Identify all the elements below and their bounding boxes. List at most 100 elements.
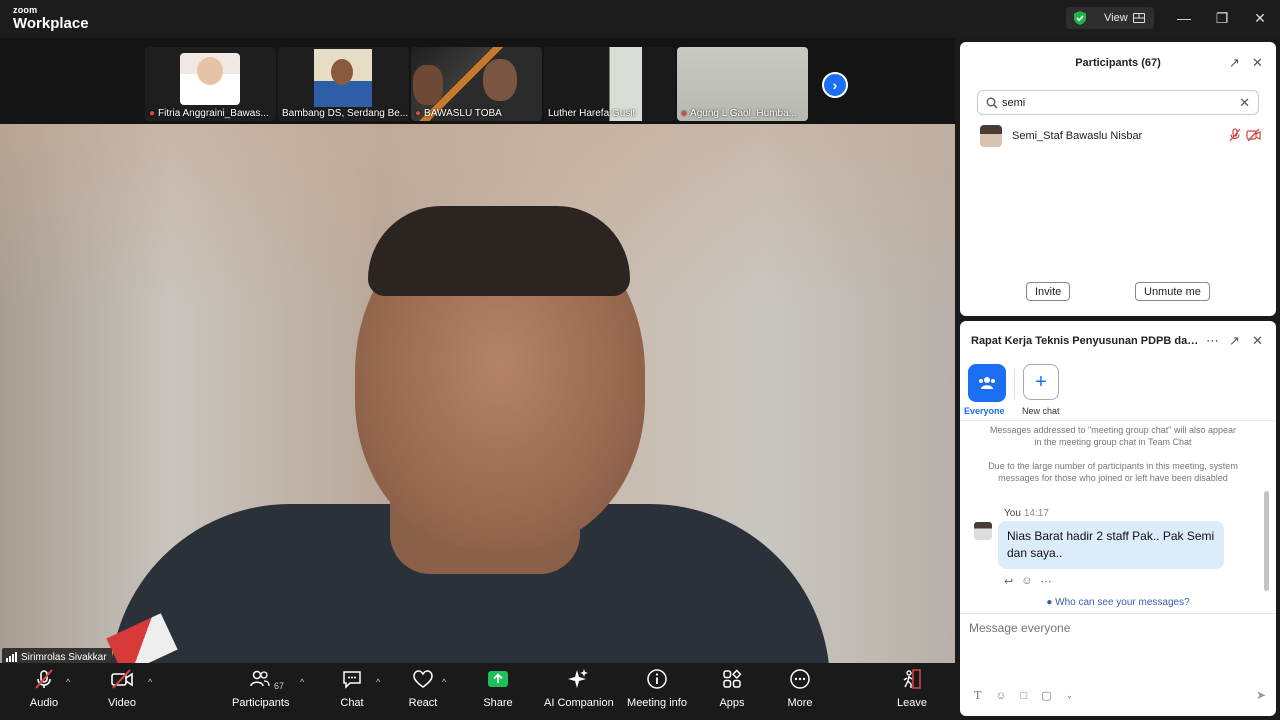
participant-name: Agung L Gaol_Humba... — [690, 108, 797, 119]
participant-name: Fitria Anggraini_Bawas... — [158, 108, 269, 119]
meeting-info-label: Meeting info — [627, 697, 687, 709]
send-icon[interactable]: ➤ — [1256, 688, 1266, 702]
text-format-icon[interactable]: T — [974, 689, 981, 702]
more-button[interactable]: More — [780, 663, 820, 720]
apps-button[interactable]: Apps — [712, 663, 752, 720]
audio-label: Audio — [29, 697, 59, 709]
clear-search-icon[interactable]: ✕ — [1239, 95, 1250, 111]
system-message: Messages addressed to "meeting group cha… — [989, 425, 1237, 447]
close-icon[interactable]: ✕ — [1251, 10, 1269, 27]
pop-out-icon[interactable]: ↗ — [1229, 333, 1240, 349]
everyone-chat-button[interactable] — [968, 364, 1006, 402]
chat-panel-title: Rapat Kerja Teknis Penyusunan PDPB dan P… — [971, 335, 1201, 347]
leave-door-icon — [903, 669, 921, 689]
participants-label: Participants — [232, 697, 290, 709]
apps-icon — [723, 669, 742, 688]
mic-muted-icon: ● — [681, 108, 688, 119]
group-icon — [979, 377, 995, 389]
plus-icon: + — [1035, 370, 1047, 393]
participant-search[interactable]: ✕ — [977, 90, 1259, 115]
share-screen-icon — [488, 671, 508, 687]
new-chat-button[interactable]: + — [1023, 364, 1059, 400]
share-label: Share — [483, 697, 513, 709]
chat-message-bubble[interactable]: Nias Barat hadir 2 staff Pak.. Pak Semi … — [998, 521, 1224, 569]
avatar — [980, 125, 1002, 147]
chevron-down-icon[interactable]: ⌄ — [1066, 690, 1074, 701]
video-tile[interactable]: Luther Harefa Gusit — [544, 47, 675, 121]
minimize-icon[interactable]: — — [1175, 10, 1193, 26]
message-input[interactable] — [969, 621, 1259, 635]
message-format-toolbar: T ☺ □ ▢ ⌄ — [974, 689, 1073, 702]
screenshot-icon[interactable]: ▢ — [1041, 689, 1051, 702]
search-icon — [986, 97, 998, 108]
share-button[interactable]: Share — [478, 663, 518, 720]
audio-options-chevron-icon[interactable]: ^ — [66, 677, 70, 687]
participant-row-name: Semi_Staf Bawaslu Nisbar — [1012, 130, 1143, 142]
mic-muted-icon — [35, 669, 53, 689]
video-thumbnail-strip: ● Fitria Anggraini_Bawas... Bambang DS, S… — [0, 38, 955, 124]
chevron-right-icon: › — [832, 77, 838, 93]
speaker-name: Sirimrolas Sivakkar — [21, 651, 107, 663]
more-dots-icon — [790, 669, 810, 689]
speaker-name-tag: Sirimrolas Sivakkar — [2, 648, 112, 664]
ai-companion-button[interactable]: AI Companion — [544, 663, 614, 720]
close-panel-icon[interactable]: ✕ — [1252, 55, 1263, 71]
more-options-icon[interactable]: ⋯ — [1206, 333, 1219, 349]
new-chat-label: New chat — [1022, 406, 1060, 416]
chat-scrollbar[interactable] — [1264, 491, 1269, 591]
chat-panel: Rapat Kerja Teknis Penyusunan PDPB dan P… — [960, 321, 1276, 716]
video-label: Video — [108, 697, 136, 709]
more-label: More — [787, 697, 813, 709]
chat-button[interactable]: Chat — [332, 663, 372, 720]
participants-count: 67 — [274, 681, 285, 691]
mic-muted-icon: ● — [149, 108, 156, 119]
grid-icon — [1132, 13, 1145, 23]
heart-icon — [413, 670, 433, 688]
message-header: You 14:17 — [1004, 508, 1049, 519]
leave-button[interactable]: Leave — [892, 663, 932, 720]
system-message: Due to the large number of participants … — [988, 461, 1238, 483]
camera-off-icon — [1246, 128, 1261, 142]
reply-icon[interactable]: ↩ — [1004, 575, 1013, 588]
shield-check-icon — [1074, 11, 1086, 25]
react-options-chevron-icon[interactable]: ^ — [442, 677, 446, 687]
chat-icon — [343, 671, 361, 689]
file-icon[interactable]: □ — [1021, 690, 1028, 702]
participants-button[interactable]: Participants — [232, 663, 290, 720]
brand-small: zoom — [13, 5, 38, 15]
video-tile[interactable]: ● Agung L Gaol_Humba... — [677, 47, 808, 121]
more-dots-icon[interactable]: ⋯ — [1040, 575, 1051, 588]
message-actions: ↩ ☺ ⋯ — [1004, 575, 1051, 588]
view-button[interactable]: View — [1066, 7, 1154, 29]
video-button[interactable]: Video — [100, 663, 144, 720]
chat-label: Chat — [340, 697, 364, 709]
next-page-button[interactable]: › — [822, 72, 848, 98]
audio-button[interactable]: Audio — [22, 663, 66, 720]
invite-button[interactable]: Invite — [1026, 282, 1071, 301]
who-can-see-link[interactable]: ● Who can see your messages? — [960, 597, 1276, 608]
apps-label: Apps — [719, 697, 745, 709]
video-tile[interactable]: ● BAWASLU TOBA — [411, 47, 542, 121]
video-tile[interactable]: ● Fitria Anggraini_Bawas... — [145, 47, 276, 121]
meeting-toolbar: Audio ^ Video ^ Participants 67 ^ Chat ^… — [0, 663, 955, 720]
view-label: View — [1104, 12, 1128, 24]
chat-options-chevron-icon[interactable]: ^ — [376, 677, 380, 687]
mic-muted-icon: ● — [415, 108, 422, 119]
close-panel-icon[interactable]: ✕ — [1252, 333, 1263, 349]
restore-icon[interactable]: ❐ — [1213, 10, 1231, 27]
video-tile[interactable]: Bambang DS, Serdang Be... — [278, 47, 409, 121]
participant-name: BAWASLU TOBA — [424, 108, 502, 119]
emoji-reaction-icon[interactable]: ☺ — [1021, 575, 1032, 588]
participant-search-input[interactable] — [1002, 96, 1222, 109]
participant-row[interactable]: Semi_Staf Bawaslu Nisbar — [980, 124, 1262, 148]
video-options-chevron-icon[interactable]: ^ — [148, 677, 152, 687]
meeting-info-button[interactable]: Meeting info — [626, 663, 688, 720]
react-button[interactable]: React — [403, 663, 443, 720]
pop-out-icon[interactable]: ↗ — [1229, 55, 1240, 71]
message-time: 14:17 — [1023, 508, 1049, 519]
participant-name: Bambang DS, Serdang Be... — [282, 108, 409, 119]
participants-options-chevron-icon[interactable]: ^ — [300, 677, 304, 687]
who-can-see-label: Who can see your messages? — [1055, 597, 1190, 608]
unmute-me-button[interactable]: Unmute me — [1135, 282, 1210, 301]
emoji-icon[interactable]: ☺ — [995, 690, 1006, 702]
